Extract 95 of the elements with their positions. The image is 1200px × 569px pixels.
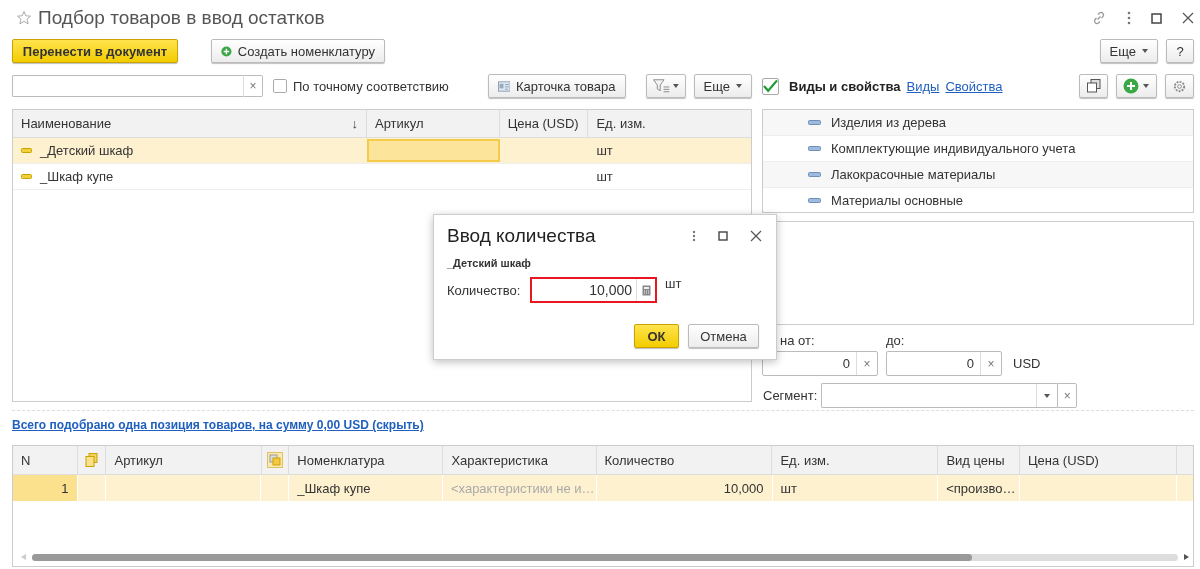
price-to-label: до: <box>886 333 906 349</box>
item-icon <box>808 198 821 203</box>
price-to-field[interactable]: 0 × <box>886 351 1002 376</box>
window-title: Подбор товаров в ввод остатков <box>38 7 325 29</box>
table-cell: шт <box>596 169 613 184</box>
copy-button[interactable] <box>1079 74 1108 98</box>
column-header[interactable]: Артикул <box>114 452 163 468</box>
close-icon[interactable] <box>750 230 762 242</box>
copy-stack-icon <box>266 452 283 468</box>
quantity-field[interactable]: 10,000 <box>530 277 657 303</box>
more-options-icon[interactable] <box>1127 11 1131 25</box>
table-cell: <произво… <box>946 480 1016 496</box>
properties-title: Виды и свойства <box>789 78 901 94</box>
plus-icon <box>221 43 232 59</box>
property-item[interactable]: Изделия из дерева <box>763 110 1193 136</box>
settings-button[interactable] <box>1165 74 1194 98</box>
item-icon <box>21 174 32 179</box>
column-header[interactable]: N <box>21 452 31 468</box>
filter-link[interactable]: Свойства <box>945 78 1003 94</box>
table-cell: _Шкаф купе <box>297 480 371 496</box>
search-field[interactable] <box>12 75 243 97</box>
item-icon <box>21 148 32 153</box>
sort-indicator: ↓ <box>351 116 358 131</box>
clear-button[interactable]: × <box>856 352 877 375</box>
more-options-icon[interactable] <box>692 230 696 242</box>
exact-match-label: По точному соответствию <box>293 78 449 94</box>
scroll-left-icon[interactable] <box>21 554 26 560</box>
copy-icon <box>1086 79 1101 93</box>
scrollbar-thumb[interactable] <box>32 553 972 561</box>
clear-button[interactable]: × <box>980 352 1001 375</box>
more-button[interactable]: Еще <box>1099 39 1158 63</box>
more-button[interactable]: Еще <box>693 74 752 98</box>
add-button[interactable] <box>1116 74 1157 98</box>
exact-match-checkbox[interactable] <box>273 79 287 93</box>
currency-label: USD <box>1013 355 1041 373</box>
card-icon <box>497 79 510 93</box>
item-icon <box>808 172 821 177</box>
maximize-icon[interactable] <box>1151 12 1162 24</box>
link-icon[interactable] <box>1091 10 1107 26</box>
segment-field[interactable] <box>821 383 1058 408</box>
product-card-button[interactable]: Карточка товара <box>487 74 626 98</box>
segment-label: Сегмент: <box>762 388 818 403</box>
item-icon <box>808 120 821 125</box>
caret-icon <box>1044 393 1051 398</box>
clear-button[interactable]: × <box>1057 383 1078 408</box>
filter-link[interactable]: Виды <box>906 78 940 94</box>
column-header[interactable]: Наименование <box>21 116 112 131</box>
column-header[interactable]: Ед. изм. <box>596 116 646 131</box>
dialog-title: Ввод количества <box>447 225 596 247</box>
create-item-button[interactable]: Создать номенклатуру <box>211 39 385 63</box>
caret-icon <box>1142 49 1148 53</box>
column-header[interactable]: Ед. изм. <box>780 452 830 468</box>
table-cell: шт <box>596 143 613 158</box>
column-header[interactable]: Цена (USD) <box>1027 452 1099 468</box>
properties-checkbox[interactable] <box>762 77 779 95</box>
table-cell: _Детский шкаф <box>40 143 134 158</box>
table-cell: шт <box>780 480 797 496</box>
plus-icon <box>1123 78 1139 94</box>
caret-icon <box>672 84 679 88</box>
filter-icon <box>652 79 670 93</box>
close-icon[interactable] <box>1182 12 1194 24</box>
column-header[interactable]: Цена (USD) <box>507 116 579 131</box>
column-header[interactable]: Номенклатура <box>297 452 385 468</box>
item-name: _Детский шкаф <box>447 257 532 271</box>
transfer-button[interactable]: Перенести в документ <box>12 39 178 63</box>
item-icon <box>808 146 821 151</box>
favorite-star-icon[interactable] <box>16 10 32 26</box>
table-cell: 10,000 <box>723 480 764 496</box>
price-from-label: на от: <box>779 333 816 349</box>
picked-row[interactable]: 1 _Шкаф купе <характеристики не и… 10,000 шт <произво… <box>13 475 1193 501</box>
ok-button[interactable]: ОК <box>634 324 679 348</box>
stack-icon <box>84 453 99 467</box>
quantity-label: Количество: <box>447 282 522 298</box>
property-item[interactable]: Лакокрасочные материалы <box>763 162 1193 188</box>
summary-link[interactable]: Всего подобрано одна позиция товаров, на сумму 0,00 USD (скрыть) <box>12 418 424 432</box>
settings-icon <box>1172 78 1187 94</box>
column-header[interactable]: Количество <box>604 452 675 468</box>
caret-icon <box>1143 84 1149 88</box>
filter-button[interactable] <box>645 74 686 98</box>
clear-button[interactable]: × <box>243 75 263 97</box>
caret-icon <box>736 84 742 88</box>
maximize-icon[interactable] <box>718 231 728 241</box>
cancel-button[interactable]: Отмена <box>688 324 759 348</box>
table-cell: _Шкаф купе <box>40 169 114 184</box>
calculator-icon <box>641 284 651 296</box>
scroll-right-icon[interactable] <box>1184 554 1189 560</box>
product-row[interactable]: _Шкаф купе шт <box>13 164 751 190</box>
table-cell: <характеристики не и… <box>450 480 595 496</box>
help-button[interactable]: ? <box>1166 39 1194 63</box>
column-header[interactable]: Артикул <box>375 116 424 131</box>
table-cell: 1 <box>61 480 69 496</box>
unit-label: шт <box>665 276 682 291</box>
product-row[interactable]: _Детский шкаф шт <box>13 138 751 164</box>
column-header[interactable]: Вид цены <box>946 452 1005 468</box>
column-header[interactable]: Характеристика <box>451 452 549 468</box>
